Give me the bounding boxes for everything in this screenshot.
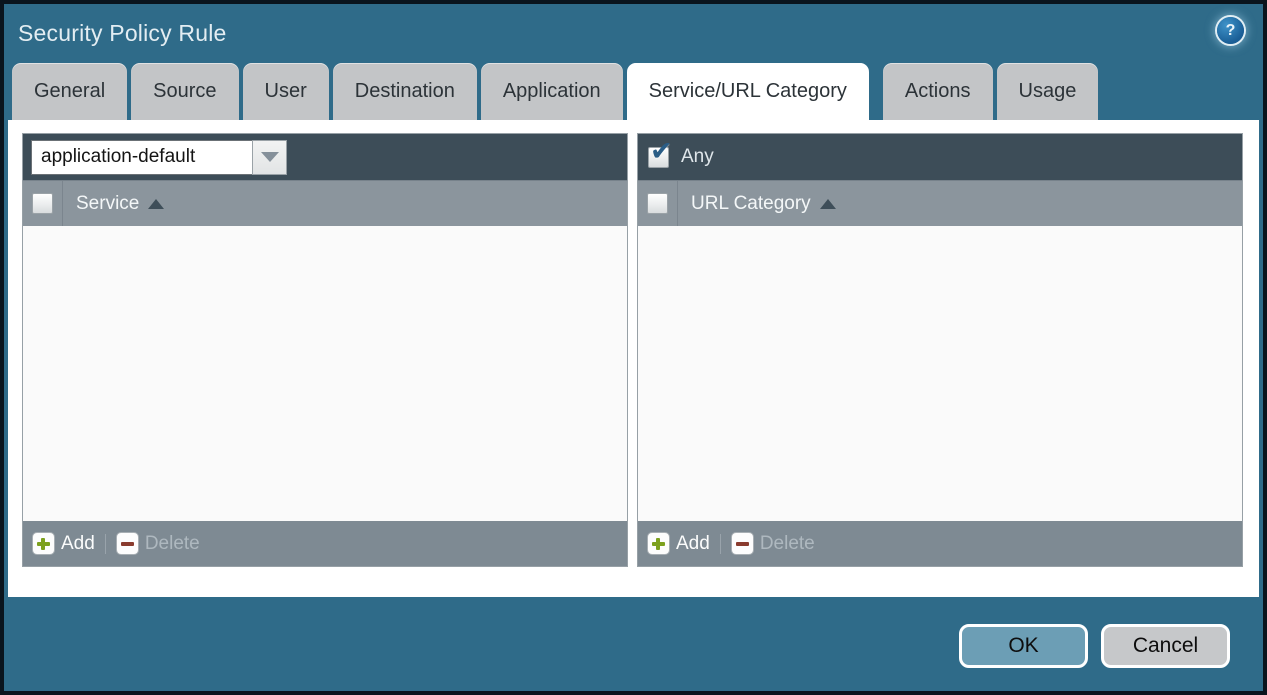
url-category-panel-toolbar: ✔ Any	[638, 134, 1242, 180]
service-panel-toolbar	[23, 134, 627, 180]
service-panel-footer: Add Delete	[23, 521, 627, 566]
service-type-combobox	[31, 140, 287, 175]
service-add-button[interactable]: Add	[32, 532, 95, 555]
url-category-panel: ✔ Any URL Category Add D	[637, 133, 1243, 567]
service-column-header[interactable]: Service	[76, 193, 139, 215]
url-category-header-checkbox-cell	[638, 181, 678, 226]
service-list-area	[23, 226, 627, 521]
service-select-all-checkbox[interactable]	[32, 193, 53, 214]
add-icon	[647, 532, 670, 555]
add-button-label: Add	[676, 533, 710, 555]
tab-general[interactable]: General	[12, 63, 127, 120]
service-panel: Service Add Delete	[22, 133, 628, 567]
any-checkbox[interactable]: ✔	[648, 147, 669, 168]
tab-service-url-category[interactable]: Service/URL Category	[627, 63, 869, 120]
url-category-panel-footer: Add Delete	[638, 521, 1242, 566]
dialog-title: Security Policy Rule	[4, 20, 227, 47]
tab-destination[interactable]: Destination	[333, 63, 477, 120]
url-category-table-header: URL Category	[638, 180, 1242, 226]
delete-icon	[731, 532, 754, 555]
service-type-input[interactable]	[31, 140, 252, 175]
add-icon	[32, 532, 55, 555]
tab-source[interactable]: Source	[131, 63, 238, 120]
service-delete-button[interactable]: Delete	[116, 532, 200, 555]
url-category-delete-button[interactable]: Delete	[731, 532, 815, 555]
tab-usage[interactable]: Usage	[997, 63, 1099, 120]
url-category-column-header[interactable]: URL Category	[691, 193, 811, 215]
help-icon-glyph: ?	[1226, 22, 1236, 40]
tab-content: Service Add Delete ✔	[8, 120, 1259, 597]
titlebar: Security Policy Rule ?	[4, 4, 1263, 63]
footer-divider	[105, 534, 106, 554]
delete-button-label: Delete	[760, 533, 815, 555]
service-table-header: Service	[23, 180, 627, 226]
checkmark-icon: ✔	[650, 136, 673, 167]
delete-icon	[116, 532, 139, 555]
cancel-button[interactable]: Cancel	[1101, 624, 1230, 668]
url-category-add-button[interactable]: Add	[647, 532, 710, 555]
url-category-list-area	[638, 226, 1242, 521]
service-type-dropdown-button[interactable]	[252, 140, 287, 175]
any-checkbox-label: Any	[681, 146, 714, 168]
tab-application[interactable]: Application	[481, 63, 623, 120]
url-category-select-all-checkbox[interactable]	[647, 193, 668, 214]
tab-actions[interactable]: Actions	[883, 63, 993, 120]
add-button-label: Add	[61, 533, 95, 555]
help-icon[interactable]: ?	[1217, 17, 1244, 44]
tab-strip: General Source User Destination Applicat…	[4, 63, 1263, 120]
delete-button-label: Delete	[145, 533, 200, 555]
ok-button[interactable]: OK	[959, 624, 1088, 668]
tab-user[interactable]: User	[243, 63, 329, 120]
service-header-checkbox-cell	[23, 181, 63, 226]
footer-divider	[720, 534, 721, 554]
sort-ascending-icon	[820, 199, 836, 209]
sort-ascending-icon	[148, 199, 164, 209]
chevron-down-icon	[261, 152, 279, 162]
security-policy-rule-dialog: Security Policy Rule ? General Source Us…	[4, 4, 1263, 691]
